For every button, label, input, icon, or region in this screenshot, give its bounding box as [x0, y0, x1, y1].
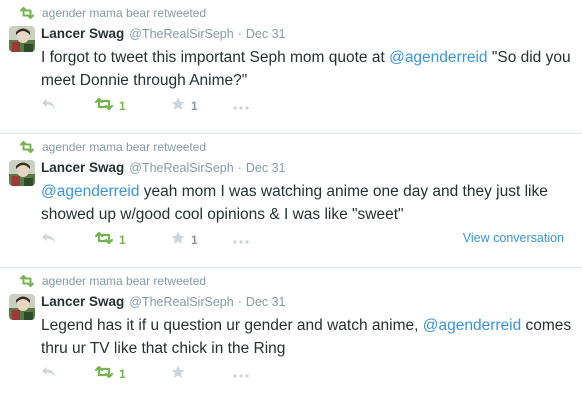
tweet-text: @agenderreid yeah mom I was watching ani… [41, 180, 577, 226]
retweeted-by-line: agender mama bear retweeted [20, 140, 206, 154]
separator-dot: · [237, 295, 242, 309]
retweet-button[interactable]: 1 [94, 96, 126, 116]
retweet-icon [20, 141, 34, 153]
retweet-count: 1 [119, 99, 126, 113]
reply-icon [41, 365, 56, 383]
tweet-header: Lancer Swag @TheRealSirSeph · Dec 31 [41, 160, 285, 176]
retweet-icon [94, 97, 114, 115]
more-icon [233, 365, 249, 383]
reply-button[interactable] [41, 96, 56, 116]
retweeted-by-text[interactable]: agender mama bear retweeted [42, 6, 206, 20]
tweet-text-segment: Legend has it if u question ur gender an… [41, 317, 423, 334]
star-icon [171, 231, 185, 250]
tweet-text: I forgot to tweet this important Seph mo… [41, 46, 577, 92]
retweeted-by-line: agender mama bear retweeted [20, 274, 206, 288]
mention-link[interactable]: @agenderreid [41, 183, 139, 200]
more-icon [233, 97, 249, 115]
handle[interactable]: @TheRealSirSeph [129, 295, 233, 309]
tweet-text-segment: I forgot to tweet this important Seph mo… [41, 49, 390, 66]
avatar[interactable] [9, 160, 35, 186]
reply-button[interactable] [41, 364, 56, 384]
avatar[interactable] [9, 26, 35, 52]
tweet-text: Legend has it if u question ur gender an… [41, 314, 577, 360]
view-conversation-link[interactable]: View conversation [463, 231, 564, 245]
tweet-header: Lancer Swag @TheRealSirSeph · Dec 31 [41, 294, 285, 310]
mention-link[interactable]: @agenderreid [389, 49, 487, 66]
tweet-timeline: agender mama bear retweeted Lancer Swag … [0, 0, 582, 402]
retweet-count: 1 [119, 367, 126, 381]
tweet-header: Lancer Swag @TheRealSirSeph · Dec 31 [41, 26, 285, 42]
retweeted-by-text[interactable]: agender mama bear retweeted [42, 274, 206, 288]
retweet-button[interactable]: 1 [94, 364, 126, 384]
star-icon [171, 365, 185, 384]
avatar[interactable] [9, 294, 35, 320]
favorite-button[interactable]: 1 [171, 230, 198, 250]
retweet-button[interactable]: 1 [94, 230, 126, 250]
tweet-actions: 1 [41, 364, 577, 384]
timestamp[interactable]: Dec 31 [246, 27, 286, 41]
timestamp[interactable]: Dec 31 [246, 295, 286, 309]
retweet-icon [20, 275, 34, 287]
reply-button[interactable] [41, 230, 56, 250]
display-name[interactable]: Lancer Swag [41, 294, 124, 309]
star-icon [171, 97, 185, 116]
retweet-icon [94, 231, 114, 249]
display-name[interactable]: Lancer Swag [41, 26, 124, 41]
more-button[interactable] [233, 96, 249, 116]
timestamp[interactable]: Dec 31 [246, 161, 286, 175]
mention-link[interactable]: @agenderreid [423, 317, 521, 334]
favorite-count: 1 [191, 233, 198, 247]
display-name[interactable]: Lancer Swag [41, 160, 124, 175]
retweet-icon [20, 7, 34, 19]
more-icon [233, 231, 249, 249]
tweet[interactable]: agender mama bear retweeted Lancer Swag … [0, 0, 582, 134]
separator-dot: · [237, 27, 242, 41]
more-button[interactable] [233, 364, 249, 384]
handle[interactable]: @TheRealSirSeph [129, 161, 233, 175]
tweet-actions: 1 1 [41, 96, 577, 116]
reply-icon [41, 231, 56, 249]
favorite-button[interactable]: 1 [171, 96, 198, 116]
retweet-icon [94, 365, 114, 383]
favorite-count: 1 [191, 99, 198, 113]
more-button[interactable] [233, 230, 249, 250]
retweet-count: 1 [119, 233, 126, 247]
separator-dot: · [237, 161, 242, 175]
retweeted-by-text[interactable]: agender mama bear retweeted [42, 140, 206, 154]
favorite-button[interactable] [171, 364, 191, 384]
handle[interactable]: @TheRealSirSeph [129, 27, 233, 41]
tweet[interactable]: agender mama bear retweeted Lancer Swag … [0, 134, 582, 268]
retweeted-by-line: agender mama bear retweeted [20, 6, 206, 20]
tweet[interactable]: agender mama bear retweeted Lancer Swag … [0, 268, 582, 402]
tweet-actions: 1 1 View conversation [41, 230, 577, 250]
reply-icon [41, 97, 56, 115]
